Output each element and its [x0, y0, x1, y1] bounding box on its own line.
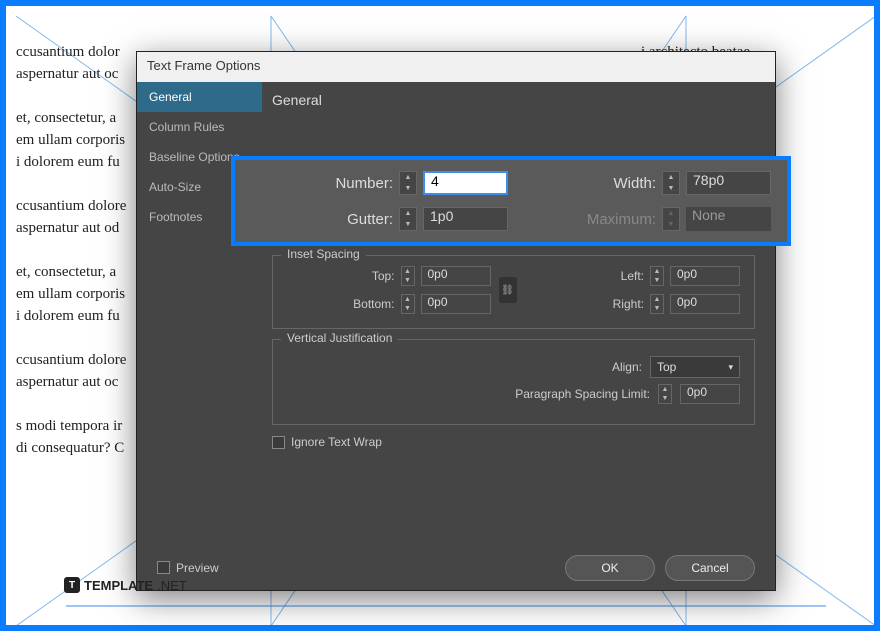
inset-spacing-fieldset: Inset Spacing Top: ▲▼ 0p0 Bottom: ▲▼	[272, 255, 755, 329]
inset-bottom-label: Bottom:	[340, 297, 395, 311]
psl-label: Paragraph Spacing Limit:	[515, 387, 650, 401]
dialog-title: Text Frame Options	[137, 52, 775, 82]
watermark-label: TEMPLATE	[84, 578, 153, 593]
chevron-down-icon: ▾	[728, 362, 733, 373]
cancel-button[interactable]: Cancel	[665, 555, 755, 581]
ok-button[interactable]: OK	[565, 555, 655, 581]
number-input[interactable]: 4	[423, 171, 508, 195]
watermark-suffix: .NET	[157, 578, 187, 593]
inset-right-stepper[interactable]: ▲▼	[650, 294, 664, 314]
gutter-stepper[interactable]: ▲▼	[399, 207, 417, 231]
gutter-label: Gutter:	[347, 211, 393, 228]
template-logo-icon: T	[64, 577, 80, 593]
maximum-stepper: ▲▼	[662, 207, 680, 231]
inset-top-stepper[interactable]: ▲▼	[401, 266, 415, 286]
ignore-text-wrap-checkbox[interactable]	[272, 436, 285, 449]
align-value: Top	[657, 360, 676, 374]
preview-checkbox[interactable]	[157, 561, 170, 574]
width-label: Width:	[613, 175, 656, 192]
ignore-text-wrap-label: Ignore Text Wrap	[291, 435, 382, 449]
text-frame-options-dialog: Text Frame Options General Column Rules …	[136, 51, 776, 591]
inset-top-input[interactable]: 0p0	[421, 266, 491, 286]
inset-left-label: Left:	[589, 269, 644, 283]
inset-bottom-stepper[interactable]: ▲▼	[401, 294, 415, 314]
template-net-watermark: T TEMPLATE .NET	[64, 577, 187, 593]
link-icon[interactable]: ⛓	[499, 277, 517, 303]
vertical-justification-title: Vertical Justification	[281, 331, 398, 345]
columns-highlight-box: Number: ▲▼ 4 Width: ▲▼ 78p0 Gutter: ▲▼ 1…	[231, 156, 791, 246]
gutter-input[interactable]: 1p0	[423, 207, 508, 231]
psl-stepper[interactable]: ▲▼	[658, 384, 672, 404]
inset-right-label: Right:	[589, 297, 644, 311]
psl-input[interactable]: 0p0	[680, 384, 740, 404]
dialog-sidebar: General Column Rules Baseline Options Au…	[137, 82, 262, 545]
width-input[interactable]: 78p0	[686, 171, 771, 195]
number-label: Number:	[335, 175, 393, 192]
preview-label: Preview	[176, 561, 219, 575]
inset-right-input[interactable]: 0p0	[670, 294, 740, 314]
sidebar-item-general[interactable]: General	[137, 82, 262, 112]
inset-spacing-title: Inset Spacing	[281, 247, 366, 261]
maximum-label: Maximum:	[587, 211, 656, 228]
section-title-general: General	[272, 92, 755, 108]
sidebar-item-column-rules[interactable]: Column Rules	[137, 112, 262, 142]
width-stepper[interactable]: ▲▼	[662, 171, 680, 195]
align-select[interactable]: Top ▾	[650, 356, 740, 378]
inset-top-label: Top:	[340, 269, 395, 283]
inset-bottom-input[interactable]: 0p0	[421, 294, 491, 314]
number-stepper[interactable]: ▲▼	[399, 171, 417, 195]
align-label: Align:	[612, 360, 642, 374]
vertical-justification-fieldset: Vertical Justification Align: Top ▾ Para…	[272, 339, 755, 425]
inset-left-stepper[interactable]: ▲▼	[650, 266, 664, 286]
maximum-input: None	[686, 207, 771, 231]
inset-left-input[interactable]: 0p0	[670, 266, 740, 286]
